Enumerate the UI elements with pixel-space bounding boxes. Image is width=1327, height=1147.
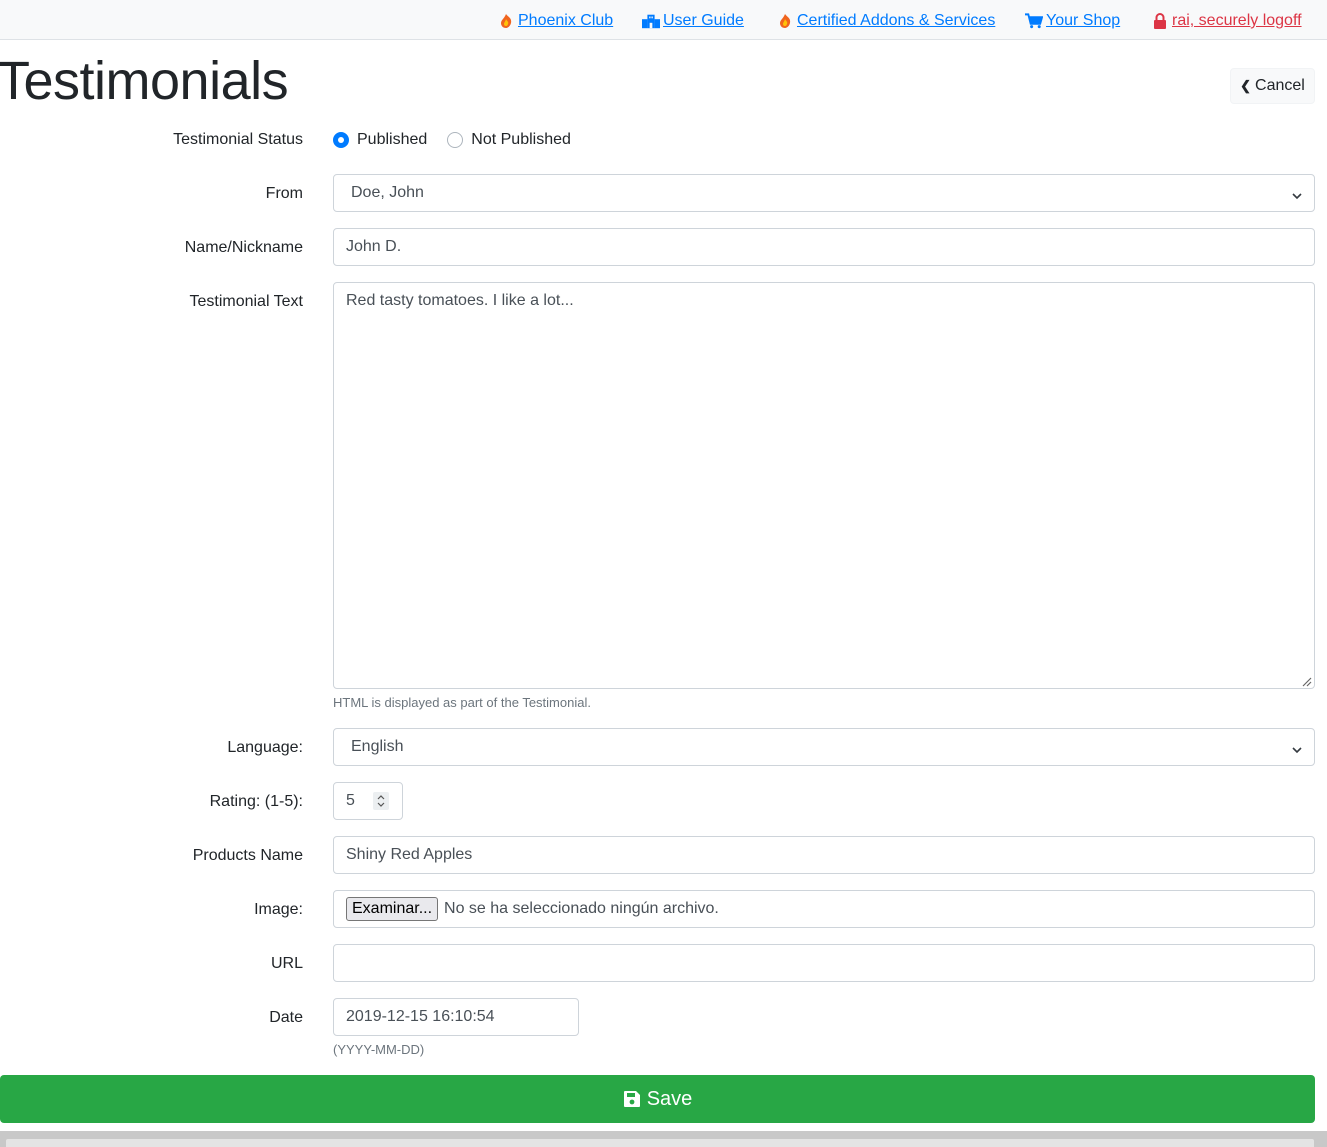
from-label: From [265,185,303,202]
save-button[interactable]: Save [0,1075,1315,1123]
nav-link-phoenix-club[interactable]: Phoenix Club [497,10,613,32]
cancel-button-label: Cancel [1255,77,1305,94]
from-select-value: Doe, John [351,184,424,201]
chevron-left-icon: ❮ [1240,78,1252,93]
save-button-label: Save [646,1087,693,1110]
from-select[interactable]: Doe, John [333,174,1315,212]
page-title: Testimonials [0,51,289,111]
cart-icon [1025,12,1043,30]
footer-edge [6,1139,1314,1147]
image-label: Image: [254,901,303,918]
radio-published-indicator[interactable] [333,132,349,148]
nickname-input-value: John D. [346,238,402,255]
testimonial-textarea[interactable]: Red tasty tomatoes. I like a lot... [333,282,1315,689]
bottom-strip [0,1131,1327,1147]
products-name-label: Products Name [192,847,303,864]
date-format-hint: (YYYY-MM-DD) [333,1042,425,1057]
testimonial-textarea-value: Red tasty tomatoes. I like a lot... [346,292,574,309]
radio-not-published-indicator[interactable] [447,132,464,148]
rating-stepper[interactable]: 5 [333,782,403,820]
products-name-value: Shiny Red Apples [346,846,473,863]
lock-icon [1151,12,1169,30]
date-label: Date [269,1009,303,1026]
phoenix-icon [497,12,515,30]
radio-published-label: Published [357,131,428,148]
spinner-arrows-icon[interactable] [373,792,389,810]
date-input-value: 2019-12-15 16:10:54 [346,1008,495,1025]
nickname-input[interactable]: John D. [333,228,1315,266]
language-select[interactable]: English [333,728,1315,766]
radio-not-published[interactable]: Not Published [447,131,571,149]
url-input[interactable] [333,944,1315,982]
phoenix-icon [776,12,794,30]
date-input[interactable]: 2019-12-15 16:10:54 [333,998,579,1036]
nav-link-user-guide[interactable]: User Guide [642,10,744,32]
rating-label: Rating: (1-5): [209,793,303,810]
floppy-disk-icon [623,1090,641,1108]
rating-value: 5 [346,792,355,809]
resize-handle-icon[interactable] [1300,674,1312,687]
file-status-text: No se ha seleccionado ningún archivo. [444,900,719,917]
browse-button[interactable]: Examinar... [346,897,439,921]
nav-link-certified-addons[interactable]: Certified Addons & Services [776,10,995,32]
building-icon [642,12,660,30]
status-label: Testimonial Status [173,131,303,148]
products-name-input[interactable]: Shiny Red Apples [333,836,1315,874]
nav-link-label: Your Shop [1046,12,1121,29]
nav-link-your-shop[interactable]: Your Shop [1025,10,1120,32]
status-radio-group: Published Not Published [333,128,591,152]
top-navbar: Phoenix Club User Guide Certified Addons… [0,0,1327,40]
chevron-down-icon [1292,742,1302,754]
radio-not-published-label: Not Published [471,131,571,148]
language-label: Language: [227,739,303,756]
nav-link-label: Phoenix Club [518,12,614,29]
nav-link-label: rai, securely logoff [1172,12,1302,29]
nav-link-label: User Guide [663,12,744,29]
nav-link-logoff[interactable]: rai, securely logoff [1151,10,1302,32]
radio-published[interactable]: Published [333,131,427,149]
nickname-label: Name/Nickname [184,239,303,256]
language-select-value: English [351,738,404,755]
testimonial-help-text: HTML is displayed as part of the Testimo… [333,695,591,710]
testimonial-text-label: Testimonial Text [189,293,303,310]
image-file-input[interactable]: Examinar... No se ha seleccionado ningún… [333,890,1315,928]
cancel-button[interactable]: ❮ Cancel [1230,68,1315,104]
chevron-down-icon [1292,188,1302,200]
nav-link-label: Certified Addons & Services [797,12,996,29]
url-label: URL [270,955,303,972]
